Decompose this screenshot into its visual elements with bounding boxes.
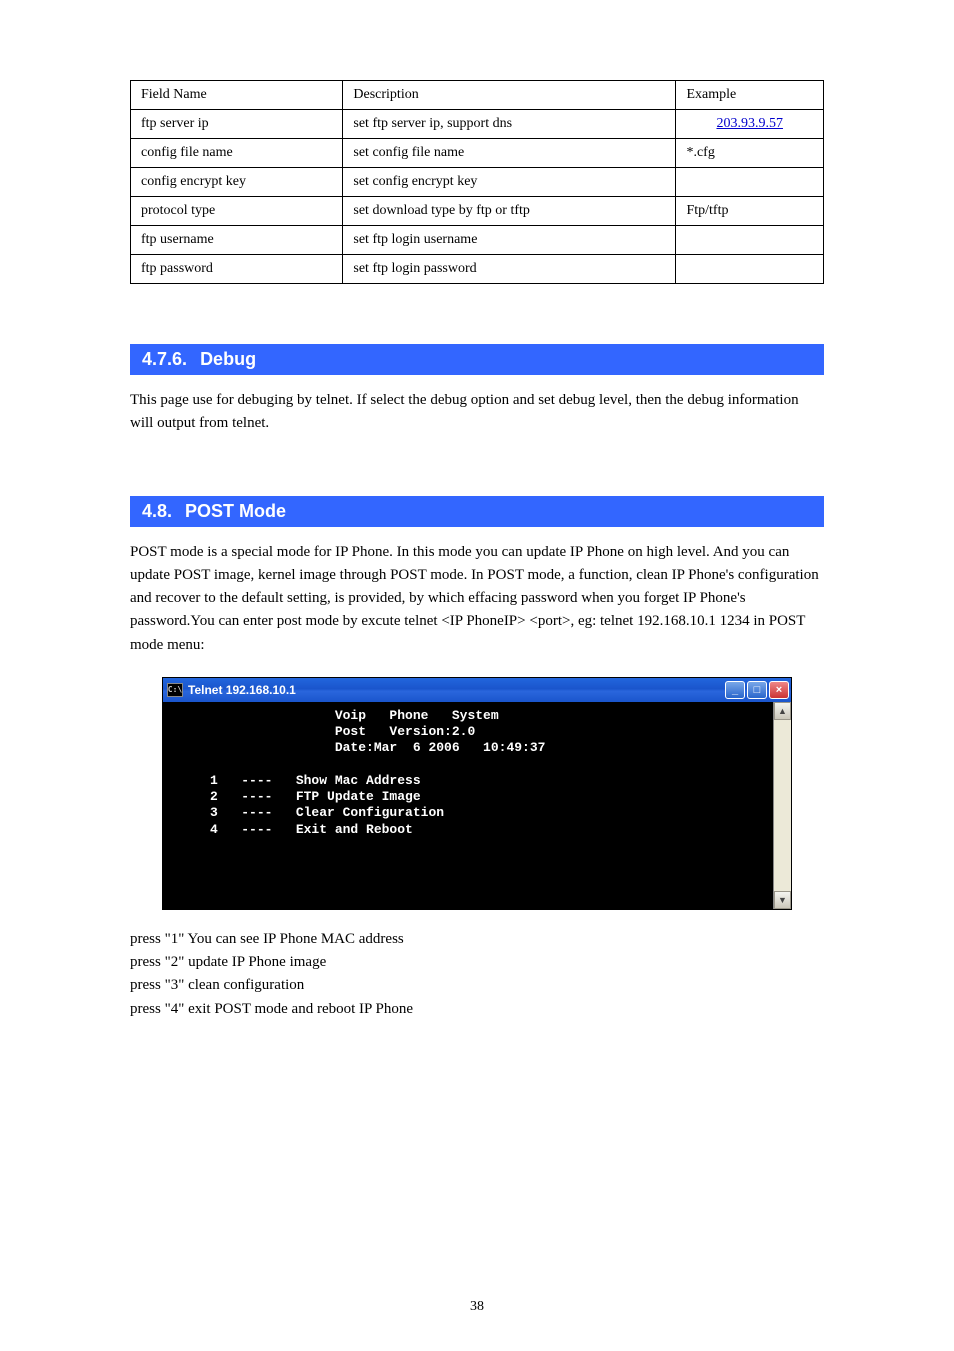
cell-example: 203.93.9.57 — [676, 110, 824, 139]
section-title: POST Mode — [185, 501, 286, 521]
table-row: protocol type set download type by ftp o… — [131, 197, 824, 226]
scrollbar[interactable]: ▲ ▼ — [773, 702, 791, 909]
terminal-body: Voip Phone System Post Version:2.0 Date:… — [163, 702, 791, 909]
cell-field: ftp server ip — [131, 110, 343, 139]
cell-example — [676, 255, 824, 284]
cell-field: config encrypt key — [131, 168, 343, 197]
section-number: 4.7.6. — [142, 349, 187, 369]
section-bar: 4.7.6. Debug — [130, 344, 824, 375]
cmd-icon: C:\ — [167, 683, 183, 697]
page-number: 38 — [0, 1299, 954, 1315]
cell-desc: set config file name — [343, 139, 676, 168]
post-text-after: press "1" You can see IP Phone MAC addre… — [130, 928, 824, 1021]
table-row: ftp server ip set ftp server ip, support… — [131, 110, 824, 139]
section-title: Debug — [200, 349, 256, 369]
cell-desc: set config encrypt key — [343, 168, 676, 197]
section-debug: 4.7.6. Debug — [130, 344, 824, 375]
telnet-window: C:\ Telnet 192.168.10.1 _ □ × Voip Phone… — [162, 677, 792, 910]
cell-field: protocol type — [131, 197, 343, 226]
cell-field: config file name — [131, 139, 343, 168]
section-post: 4.8. POST Mode — [130, 496, 824, 527]
cell-desc: set ftp login password — [343, 255, 676, 284]
cell-example — [676, 226, 824, 255]
table-row: ftp username set ftp login username — [131, 226, 824, 255]
table-header-example: Example — [676, 81, 824, 110]
cell-desc: set ftp login username — [343, 226, 676, 255]
table-row: config file name set config file name *.… — [131, 139, 824, 168]
close-button[interactable]: × — [769, 681, 789, 699]
table-row: config encrypt key set config encrypt ke… — [131, 168, 824, 197]
window-titlebar: C:\ Telnet 192.168.10.1 _ □ × — [163, 678, 791, 702]
example-link[interactable]: 203.93.9.57 — [716, 116, 783, 131]
terminal-screenshot: C:\ Telnet 192.168.10.1 _ □ × Voip Phone… — [162, 677, 792, 910]
cell-field: ftp password — [131, 255, 343, 284]
scroll-up-button[interactable]: ▲ — [774, 702, 791, 720]
cell-example: *.cfg — [676, 139, 824, 168]
scroll-track[interactable] — [774, 720, 791, 891]
section-bar: 4.8. POST Mode — [130, 496, 824, 527]
table-row: ftp password set ftp login password — [131, 255, 824, 284]
cell-desc: set download type by ftp or tftp — [343, 197, 676, 226]
cell-example: Ftp/tftp — [676, 197, 824, 226]
config-table: Field Name Description Example ftp serve… — [130, 80, 824, 284]
debug-text: This page use for debuging by telnet. If… — [130, 389, 824, 436]
maximize-button[interactable]: □ — [747, 681, 767, 699]
cell-desc: set ftp server ip, support dns — [343, 110, 676, 139]
table-header-field: Field Name — [131, 81, 343, 110]
terminal-output: Voip Phone System Post Version:2.0 Date:… — [163, 702, 773, 909]
post-text-before: POST mode is a special mode for IP Phone… — [130, 541, 824, 657]
table-header-desc: Description — [343, 81, 676, 110]
cell-example — [676, 168, 824, 197]
section-number: 4.8. — [142, 501, 172, 521]
scroll-down-button[interactable]: ▼ — [774, 891, 791, 909]
cell-field: ftp username — [131, 226, 343, 255]
minimize-button[interactable]: _ — [725, 681, 745, 699]
window-title: Telnet 192.168.10.1 — [188, 683, 723, 697]
